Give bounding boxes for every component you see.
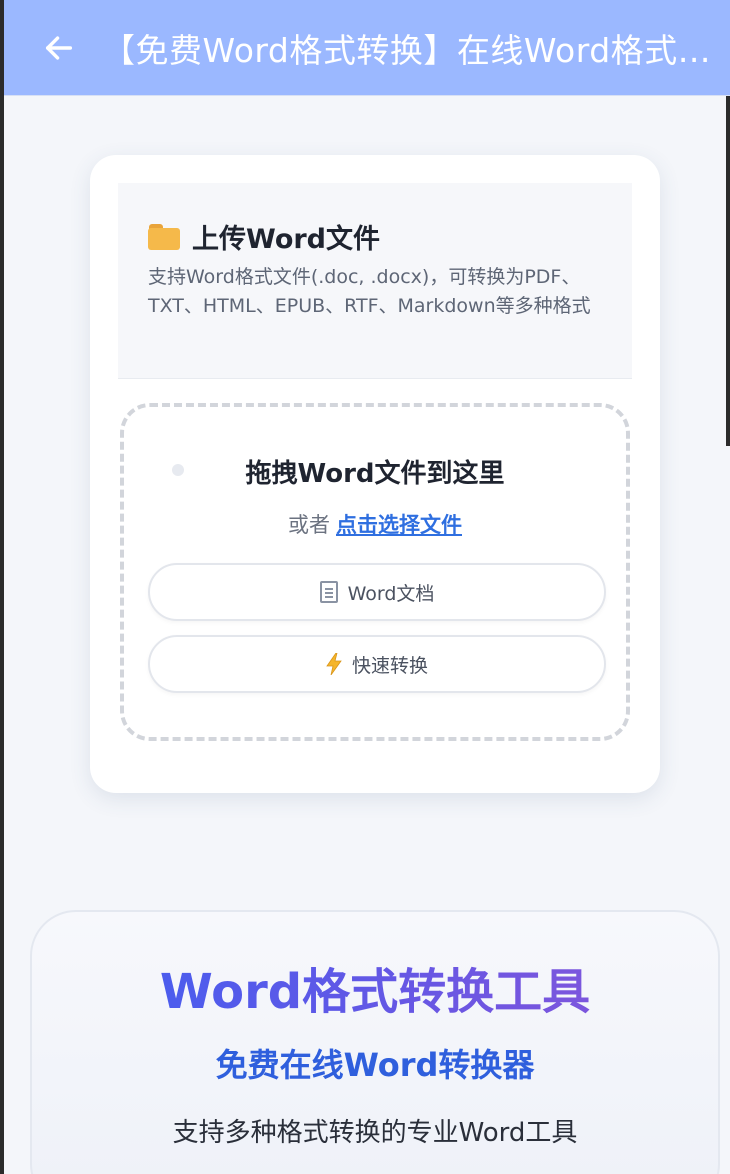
app-frame: 【免费Word格式转换】在线Word格式转换工具 上传Word文件 支持Word… (0, 0, 730, 1174)
drop-or-text: 或者 (288, 513, 330, 537)
upload-card-header: 上传Word文件 支持Word格式文件(.doc, .docx)，可转换为PDF… (118, 183, 632, 379)
intro-card: Word格式转换工具 免费在线Word转换器 支持多种格式转换的专业Word工具 (30, 910, 720, 1174)
upload-description: 支持Word格式文件(.doc, .docx)，可转换为PDF、TXT、HTML… (148, 266, 591, 317)
upload-title: 上传Word文件 (148, 217, 380, 256)
header-bar: 【免费Word格式转换】在线Word格式转换工具 (4, 0, 730, 96)
scrollbar[interactable] (726, 96, 730, 446)
fast-convert-pill[interactable]: 快速转换 (148, 635, 606, 693)
fast-convert-label: 快速转换 (351, 654, 428, 677)
intro-description: 支持多种格式转换的专业Word工具 (172, 1118, 578, 1148)
drop-zone-subtitle: 或者 点击选择文件 (124, 509, 626, 539)
document-icon (319, 581, 338, 603)
intro-title: Word格式转换工具 (32, 952, 718, 1022)
upload-title-text: 上传Word文件 (192, 224, 381, 255)
file-drop-zone[interactable]: 拖拽Word文件到这里 或者 点击选择文件 Word文档 快速转换 (120, 403, 630, 741)
page-title: 【免费Word格式转换】在线Word格式转换工具 (102, 30, 712, 70)
drop-zone-title: 拖拽Word文件到这里 (245, 459, 505, 489)
back-button[interactable] (24, 13, 94, 83)
intro-subtitle: 免费在线Word转换器 (215, 1046, 535, 1084)
word-document-pill[interactable]: Word文档 (148, 563, 606, 621)
lightning-icon (326, 653, 342, 675)
folder-icon (148, 223, 180, 251)
word-document-label: Word文档 (347, 582, 435, 605)
decorative-dot (172, 464, 184, 476)
choose-file-link[interactable]: 点击选择文件 (336, 513, 462, 537)
arrow-left-icon (45, 35, 73, 60)
